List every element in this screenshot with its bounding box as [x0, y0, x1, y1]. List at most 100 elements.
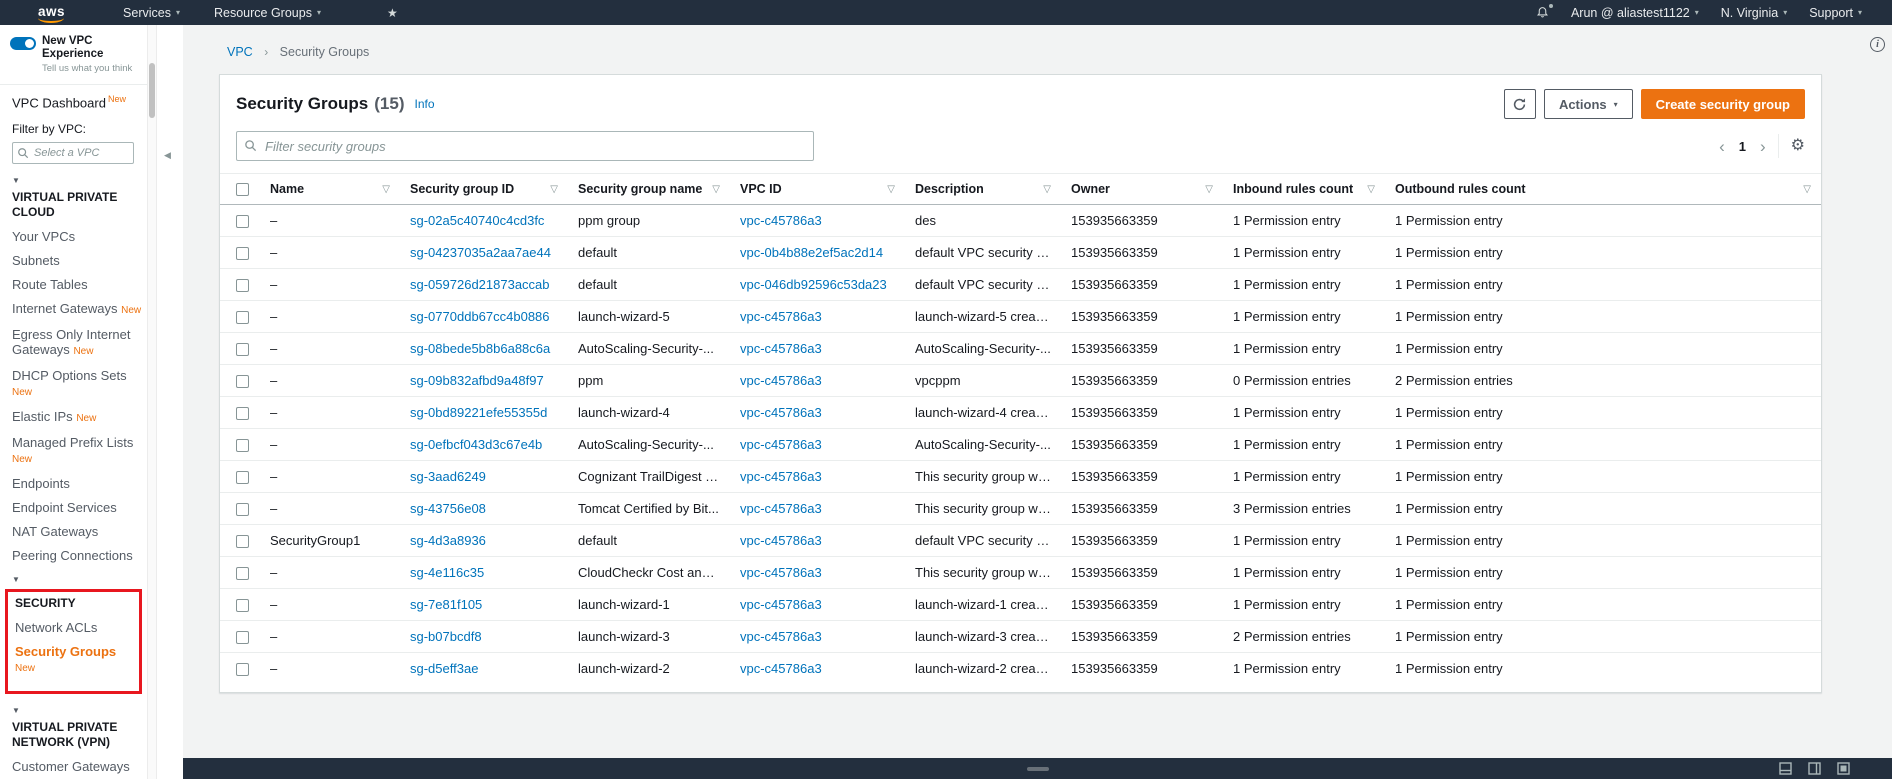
column-header[interactable]: Security group ID ▽ — [400, 173, 568, 205]
filter-icon[interactable]: ▽ — [1367, 184, 1375, 195]
account-menu[interactable]: Arun @ aliastest1122 ▾ — [1571, 6, 1699, 20]
actions-button[interactable]: Actions ▾ — [1543, 89, 1633, 119]
row-checkbox[interactable] — [236, 439, 249, 453]
sidebar-item-vpc-dashboard[interactable]: VPC Dashboard New — [0, 85, 147, 112]
row-checkbox[interactable] — [236, 375, 249, 389]
row-checkbox[interactable] — [236, 407, 249, 421]
filter-icon[interactable]: ▽ — [382, 184, 390, 195]
filter-input[interactable] — [236, 131, 814, 161]
sidebar-item[interactable]: Endpoints — [12, 476, 143, 491]
services-menu[interactable]: Services ▾ — [123, 6, 180, 20]
pin-icon[interactable]: ★ — [387, 6, 398, 20]
table-row[interactable]: SecurityGroup1 sg-4d3a8936 default vpc-c… — [220, 524, 1821, 557]
create-security-group-button[interactable]: Create security group — [1640, 89, 1805, 119]
security-group-id-link[interactable]: sg-08bede5b8b6a88c6a — [410, 341, 550, 356]
sidebar-item[interactable]: Elastic IPs New — [12, 409, 143, 426]
security-group-id-link[interactable]: sg-059726d21873accab — [410, 277, 550, 292]
split-panel-bottom-icon[interactable] — [1779, 762, 1792, 775]
sidebar-item[interactable]: Endpoint Services — [12, 500, 143, 515]
security-group-id-link[interactable]: sg-3aad6249 — [410, 469, 486, 484]
vpc-id-link[interactable]: vpc-0b4b88e2ef5ac2d14 — [740, 245, 883, 260]
vpc-filter-input[interactable] — [12, 142, 134, 165]
vpc-id-link[interactable]: vpc-c45786a3 — [740, 661, 822, 676]
vpc-id-link[interactable]: vpc-c45786a3 — [740, 437, 822, 452]
column-header[interactable]: Inbound rules count ▽ — [1223, 173, 1385, 205]
row-checkbox[interactable] — [236, 663, 249, 677]
security-group-id-link[interactable]: sg-7e81f105 — [410, 597, 482, 612]
previous-page-icon[interactable]: ‹ — [1719, 138, 1725, 155]
sidebar-item[interactable]: Managed Prefix Lists New — [12, 435, 143, 467]
info-link[interactable]: Info — [415, 97, 435, 111]
sidebar-item[interactable]: Egress Only Internet Gateways New — [12, 327, 143, 359]
settings-gear-icon[interactable]: ⚙ — [1791, 138, 1805, 154]
security-group-id-link[interactable]: sg-b07bcdf8 — [410, 629, 482, 644]
column-header[interactable]: Security group name ▽ — [568, 173, 730, 205]
table-row[interactable]: – sg-04237035a2aa7ae44 default vpc-0b4b8… — [220, 236, 1821, 269]
page-number[interactable]: 1 — [1737, 139, 1748, 154]
filter-icon[interactable]: ▽ — [550, 184, 558, 195]
scrollbar-thumb[interactable] — [149, 63, 155, 118]
security-group-id-link[interactable]: sg-09b832afbd9a48f97 — [410, 373, 544, 388]
table-row[interactable]: – sg-09b832afbd9a48f97 ppm vpc-c45786a3 … — [220, 364, 1821, 397]
split-panel-side-icon[interactable] — [1808, 762, 1821, 775]
row-checkbox[interactable] — [236, 343, 249, 357]
vpc-id-link[interactable]: vpc-c45786a3 — [740, 341, 822, 356]
vpc-id-link[interactable]: vpc-c45786a3 — [740, 373, 822, 388]
split-panel-handle[interactable] — [1026, 767, 1049, 771]
column-header[interactable]: Owner ▽ — [1061, 173, 1223, 205]
column-header[interactable]: Name ▽ — [260, 173, 400, 205]
region-menu[interactable]: N. Virginia ▾ — [1721, 6, 1787, 20]
filter-icon[interactable]: ▽ — [1205, 184, 1213, 195]
sidebar-item[interactable]: Security Groups New — [15, 644, 137, 676]
table-row[interactable]: – sg-3aad6249 Cognizant TrailDigest (...… — [220, 460, 1821, 493]
sidebar-item[interactable]: Your VPCs — [12, 229, 143, 244]
table-row[interactable]: – sg-08bede5b8b6a88c6a AutoScaling-Secur… — [220, 332, 1821, 365]
row-checkbox[interactable] — [236, 471, 249, 485]
security-group-id-link[interactable]: sg-0efbcf043d3c67e4b — [410, 437, 542, 452]
column-header[interactable]: Outbound rules count ▽ — [1385, 173, 1821, 205]
notifications-bell-icon[interactable] — [1536, 4, 1553, 19]
security-group-id-link[interactable]: sg-0770ddb67cc4b0886 — [410, 309, 550, 324]
security-group-id-link[interactable]: sg-d5eff3ae — [410, 661, 478, 676]
security-group-id-link[interactable]: sg-04237035a2aa7ae44 — [410, 245, 551, 260]
sidebar-collapse-icon[interactable]: ◀ — [164, 150, 171, 161]
row-checkbox[interactable] — [236, 503, 249, 517]
resource-groups-menu[interactable]: Resource Groups ▾ — [214, 6, 321, 20]
row-checkbox[interactable] — [236, 567, 249, 581]
section-collapse-icon[interactable]: ▼ — [12, 706, 143, 715]
select-all-checkbox[interactable] — [236, 183, 249, 197]
row-checkbox[interactable] — [236, 631, 249, 645]
sidebar-scrollbar[interactable] — [147, 25, 157, 779]
row-checkbox[interactable] — [236, 247, 249, 261]
sidebar-item[interactable]: Network ACLs — [15, 620, 137, 635]
filter-icon[interactable]: ▽ — [887, 184, 895, 195]
security-group-id-link[interactable]: sg-4d3a8936 — [410, 533, 486, 548]
table-row[interactable]: – sg-43756e08 Tomcat Certified by Bit...… — [220, 492, 1821, 525]
security-group-id-link[interactable]: sg-02a5c40740c4cd3fc — [410, 213, 544, 228]
sidebar-item[interactable]: Customer Gateways — [12, 759, 143, 774]
table-row[interactable]: – sg-059726d21873accab default vpc-046db… — [220, 268, 1821, 301]
table-row[interactable]: – sg-0efbcf043d3c67e4b AutoScaling-Secur… — [220, 428, 1821, 461]
column-header[interactable]: Description ▽ — [905, 173, 1061, 205]
vpc-id-link[interactable]: vpc-c45786a3 — [740, 533, 822, 548]
row-checkbox[interactable] — [236, 599, 249, 613]
aws-logo[interactable]: aws — [36, 3, 67, 23]
panel-settings-icon[interactable] — [1837, 762, 1850, 775]
breadcrumb-vpc-link[interactable]: VPC — [227, 45, 253, 59]
sidebar-item[interactable]: NAT Gateways — [12, 524, 143, 539]
filter-icon[interactable]: ▽ — [712, 184, 720, 195]
security-group-id-link[interactable]: sg-43756e08 — [410, 501, 486, 516]
sidebar-item[interactable]: DHCP Options Sets New — [12, 368, 143, 400]
table-row[interactable]: – sg-4e116c35 CloudCheckr Cost and ... v… — [220, 556, 1821, 589]
table-row[interactable]: – sg-0bd89221efe55355d launch-wizard-4 v… — [220, 396, 1821, 429]
table-row[interactable]: – sg-02a5c40740c4cd3fc ppm group vpc-c45… — [220, 204, 1821, 237]
info-panel-icon[interactable]: i — [1870, 35, 1885, 52]
row-checkbox[interactable] — [236, 279, 249, 293]
sidebar-item[interactable]: Internet Gateways New — [12, 301, 143, 318]
vpc-id-link[interactable]: vpc-046db92596c53da23 — [740, 277, 887, 292]
next-page-icon[interactable]: › — [1760, 138, 1766, 155]
vpc-id-link[interactable]: vpc-c45786a3 — [740, 405, 822, 420]
vpc-id-link[interactable]: vpc-c45786a3 — [740, 597, 822, 612]
experience-toggle[interactable] — [10, 37, 36, 50]
row-checkbox[interactable] — [236, 535, 249, 549]
